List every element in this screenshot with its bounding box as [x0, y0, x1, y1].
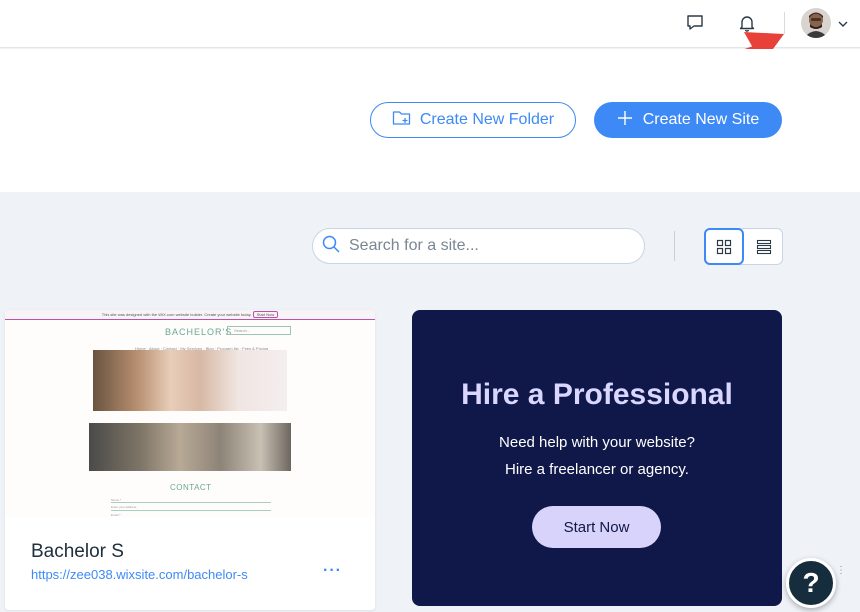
more-actions-button[interactable]: ···: [323, 562, 342, 580]
thumbnail-field-line: [111, 502, 271, 503]
search-input[interactable]: [349, 237, 629, 255]
topbar-divider: [784, 12, 785, 34]
folder-plus-icon: [392, 109, 412, 132]
chat-icon[interactable]: [682, 10, 708, 36]
list-icon: [756, 239, 772, 254]
promo-title: Hire a Professional: [461, 378, 733, 411]
grid-view-button[interactable]: [704, 228, 744, 265]
bell-icon[interactable]: [734, 10, 760, 36]
help-drag-handle-icon[interactable]: ⋮: [836, 566, 846, 594]
create-site-label: Create New Site: [642, 111, 760, 128]
list-view-button[interactable]: [745, 229, 783, 264]
promo-text-line1: Need help with your website?: [499, 434, 695, 451]
toolbar-divider: [674, 231, 675, 261]
thumbnail-hero-image: [93, 350, 287, 411]
thumbnail-team-image: [89, 423, 291, 471]
view-toggle: [704, 228, 783, 265]
site-name: Bachelor S: [31, 541, 124, 562]
create-folder-button[interactable]: Create New Folder: [370, 102, 576, 138]
thumbnail-search: Search...: [227, 326, 291, 335]
help-button[interactable]: ?: [786, 558, 836, 608]
site-thumbnail[interactable]: This site was designed with the WIX.com …: [5, 310, 375, 517]
plus-icon: [617, 110, 633, 131]
hire-professional-card: Hire a Professional Need help with your …: [412, 310, 782, 606]
create-site-button[interactable]: Create New Site: [594, 102, 782, 138]
promo-text-line2: Hire a freelancer or agency.: [505, 461, 689, 478]
avatar[interactable]: [801, 8, 831, 38]
create-folder-label: Create New Folder: [419, 111, 555, 128]
thumbnail-contact-heading: CONTACT: [170, 483, 212, 492]
thumbnail-banner: This site was designed with the WIX.com …: [5, 310, 375, 320]
site-url-link[interactable]: https://zee038.wixsite.com/bachelor-s: [31, 567, 248, 582]
thumbnail-field-label: Email *: [111, 513, 121, 517]
thumbnail-field-label: Enter your address: [111, 505, 137, 509]
grid-icon: [716, 239, 732, 254]
thumbnail-brand: BACHELOR'S: [165, 327, 233, 337]
chevron-down-icon[interactable]: [836, 17, 850, 31]
site-card[interactable]: This site was designed with the WIX.com …: [5, 310, 375, 610]
start-now-button[interactable]: Start Now: [532, 506, 661, 548]
top-bar: [0, 0, 860, 48]
thumbnail-field-line: [111, 510, 271, 511]
site-search[interactable]: [312, 228, 645, 264]
search-icon: [321, 234, 341, 259]
